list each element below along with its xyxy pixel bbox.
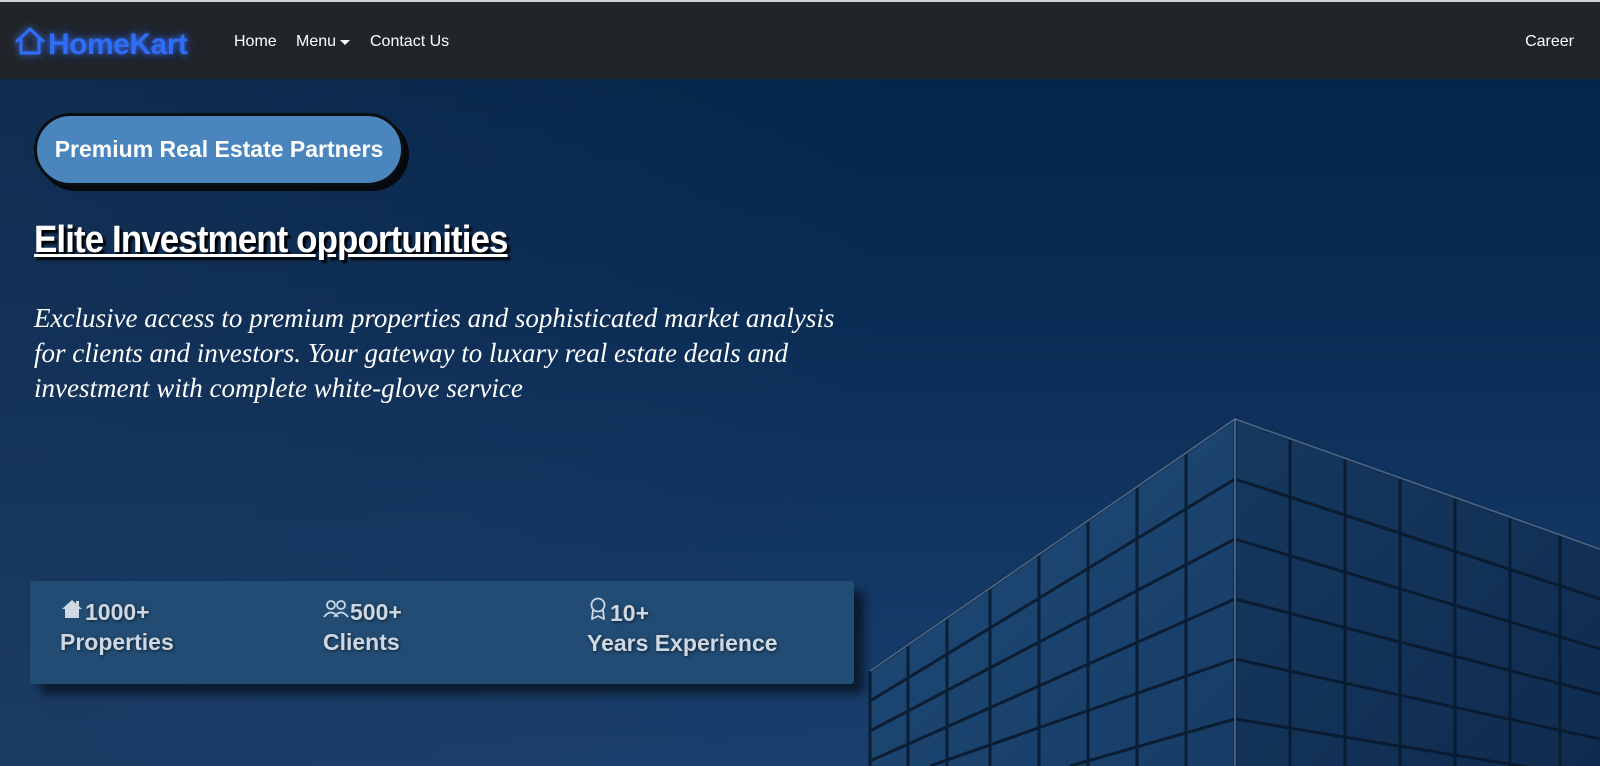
stat-label: Properties bbox=[60, 629, 174, 655]
brand-logo[interactable]: HomeKart bbox=[14, 26, 188, 64]
caret-down-icon bbox=[340, 39, 351, 45]
hero-section: Premium Real Estate Partners Elite Inves… bbox=[0, 79, 1600, 766]
stat-experience: 10+ Years Experience bbox=[587, 597, 778, 658]
hero-subtext: Exclusive access to premium properties a… bbox=[34, 303, 835, 403]
stats-panel: 1000+ Properties 500+ Clients 10+ Years … bbox=[30, 581, 854, 684]
stat-value: 500+ bbox=[350, 599, 402, 625]
house-icon bbox=[60, 597, 85, 627]
stat-value: 10+ bbox=[610, 599, 650, 626]
stat-label: Years Experience bbox=[587, 630, 778, 656]
nav-contact-link[interactable]: Contact Us bbox=[370, 33, 449, 51]
premium-partners-badge[interactable]: Premium Real Estate Partners bbox=[34, 113, 404, 186]
nav-career-link[interactable]: Career bbox=[1525, 33, 1574, 51]
nav-home-link[interactable]: Home bbox=[234, 33, 277, 51]
brand-name: HomeKart bbox=[48, 28, 188, 61]
stat-properties: 1000+ Properties bbox=[60, 597, 174, 657]
navbar: HomeKart Home Menu Contact Us Career bbox=[0, 2, 1600, 79]
award-icon bbox=[587, 597, 610, 628]
house-icon bbox=[14, 26, 48, 64]
nav-menu-label: Menu bbox=[296, 33, 337, 50]
stat-clients: 500+ Clients bbox=[323, 597, 402, 657]
people-icon bbox=[323, 597, 350, 627]
nav-menu-dropdown[interactable]: Menu bbox=[296, 33, 351, 51]
hero-headline: Elite Investment opportunities bbox=[34, 219, 508, 261]
stat-value: 1000+ bbox=[85, 599, 150, 625]
stat-label: Clients bbox=[323, 629, 400, 655]
